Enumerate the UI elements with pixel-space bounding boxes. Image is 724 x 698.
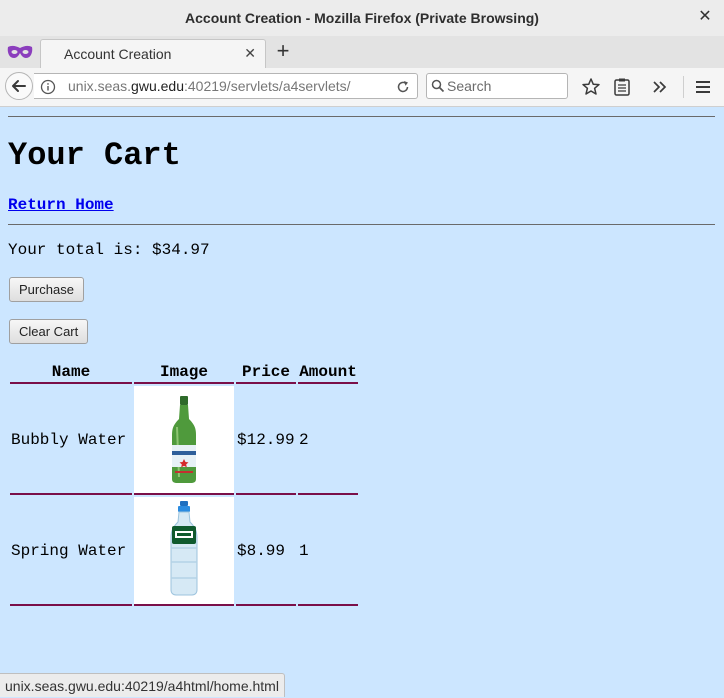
url-path: :40219/servlets/a4servlets/ bbox=[183, 78, 351, 94]
site-info-icon[interactable] bbox=[40, 79, 56, 95]
cart-total: Your total is: $34.97 bbox=[8, 241, 210, 259]
item-price: $12.99 bbox=[236, 386, 296, 495]
private-browsing-mask-icon bbox=[7, 45, 33, 58]
toolbar-separator bbox=[683, 76, 684, 98]
tab-account-creation[interactable]: Account Creation ✕ bbox=[40, 39, 266, 68]
cart-table: Name Image Price Amount Bubbly Water $12… bbox=[8, 359, 360, 608]
column-header-image: Image bbox=[134, 361, 234, 384]
tab-strip: Account Creation ✕ bbox=[0, 36, 724, 68]
new-tab-plus-icon[interactable]: + bbox=[272, 40, 294, 62]
page-content: Your Cart Return Home Your total is: $34… bbox=[0, 107, 724, 697]
back-button[interactable] bbox=[5, 72, 33, 100]
url-host-domain: gwu.edu bbox=[131, 78, 184, 94]
clear-cart-button[interactable]: Clear Cart bbox=[9, 319, 89, 344]
url-host-prefix: unix.seas. bbox=[68, 78, 132, 94]
return-home-link[interactable]: Return Home bbox=[8, 196, 114, 214]
navigation-toolbar: unix.seas.gwu.edu:40219/servlets/a4servl… bbox=[0, 68, 724, 107]
purchase-button[interactable]: Purchase bbox=[9, 277, 84, 302]
overflow-chevron-icon[interactable] bbox=[650, 77, 670, 97]
column-header-name: Name bbox=[10, 361, 132, 384]
window-title: Account Creation - Mozilla Firefox (Priv… bbox=[185, 10, 539, 26]
reload-icon[interactable] bbox=[395, 79, 411, 95]
table-row: Bubbly Water $12.99 2 bbox=[10, 386, 358, 495]
tab-title: Account Creation bbox=[64, 46, 172, 62]
tab-close-icon[interactable]: ✕ bbox=[244, 45, 256, 62]
item-image-cell bbox=[134, 497, 234, 606]
item-amount: 2 bbox=[298, 386, 358, 495]
search-input[interactable] bbox=[447, 76, 563, 96]
item-image-cell bbox=[134, 386, 234, 495]
item-name: Bubbly Water bbox=[10, 386, 132, 495]
item-name: Spring Water bbox=[10, 497, 132, 606]
url-bar[interactable]: unix.seas.gwu.edu:40219/servlets/a4servl… bbox=[34, 73, 418, 99]
hamburger-menu-icon[interactable] bbox=[693, 77, 713, 97]
url-text[interactable]: unix.seas.gwu.edu:40219/servlets/a4servl… bbox=[68, 78, 386, 94]
link-status-bar: unix.seas.gwu.edu:40219/a4html/home.html bbox=[0, 673, 285, 697]
cart-table-header: Name Image Price Amount bbox=[10, 361, 358, 384]
item-price: $8.99 bbox=[236, 497, 296, 606]
bubbly-water-bottle-image bbox=[135, 387, 233, 487]
bookmark-star-icon[interactable] bbox=[581, 77, 601, 97]
column-header-price: Price bbox=[236, 361, 296, 384]
spring-water-bottle-image bbox=[135, 498, 233, 598]
section-divider bbox=[8, 224, 715, 225]
item-amount: 1 bbox=[298, 497, 358, 606]
column-header-amount: Amount bbox=[298, 361, 358, 384]
search-bar[interactable] bbox=[426, 73, 568, 99]
close-icon[interactable]: ✕ bbox=[696, 8, 714, 26]
reader-list-icon[interactable] bbox=[612, 77, 632, 97]
window-titlebar: Account Creation - Mozilla Firefox (Priv… bbox=[0, 0, 724, 37]
back-arrow-icon bbox=[12, 80, 26, 92]
search-icon bbox=[431, 79, 445, 93]
table-row: Spring Water $8.99 1 bbox=[10, 497, 358, 606]
top-divider bbox=[8, 116, 715, 117]
page-title: Your Cart bbox=[8, 137, 181, 174]
